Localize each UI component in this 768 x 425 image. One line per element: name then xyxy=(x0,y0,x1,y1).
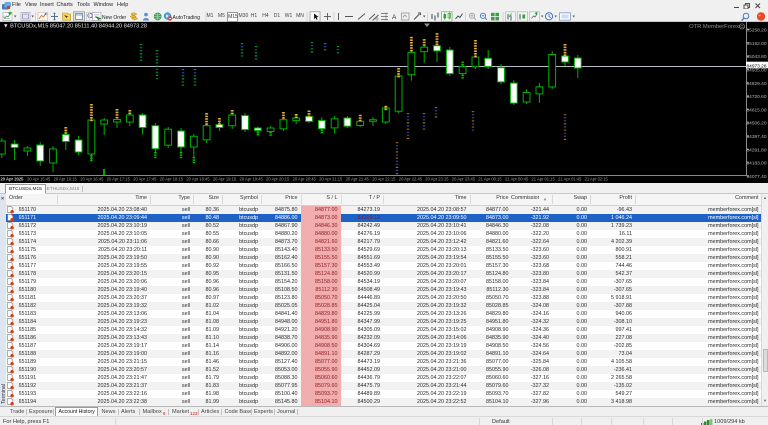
svg-text:20 Apr 16:45: 20 Apr 16:45 xyxy=(80,177,104,182)
svg-text:20 Apr 21:15: 20 Apr 21:15 xyxy=(319,177,343,182)
svg-text:20 Apr 18:45: 20 Apr 18:45 xyxy=(186,177,210,182)
svg-text:20 Apr 23:45: 20 Apr 23:45 xyxy=(452,177,476,182)
svg-text:85152.00: 85152.00 xyxy=(746,41,766,47)
svg-text:21 Apr 01:15: 21 Apr 01:15 xyxy=(532,177,556,182)
svg-text:20 Apr 17:15: 20 Apr 17:15 xyxy=(107,177,131,182)
svg-text:20 Apr 23:15: 20 Apr 23:15 xyxy=(425,177,449,182)
svg-text:84506.20: 84506.20 xyxy=(746,121,766,127)
svg-text:20 Apr 17:45: 20 Apr 17:45 xyxy=(133,177,157,182)
svg-text:85258.20: 85258.20 xyxy=(746,27,766,33)
svg-text:84615.00: 84615.00 xyxy=(746,107,766,113)
svg-text:AutoTrading: AutoTrading xyxy=(173,15,201,21)
svg-text:OTR MemberForex: OTR MemberForex xyxy=(689,24,739,30)
svg-text:20 Apr 19:45: 20 Apr 19:45 xyxy=(240,177,264,182)
svg-text:20 Apr 18:15: 20 Apr 18:15 xyxy=(160,177,184,182)
svg-text:20 Apr 21:45: 20 Apr 21:45 xyxy=(346,177,370,182)
svg-text:▼ BTCUSDx,M15 85047.20 85111.: ▼ BTCUSDx,M15 85047.20 85111.40 84944.20… xyxy=(3,23,147,29)
svg-text:84397.40: 84397.40 xyxy=(746,134,766,140)
svg-text:20 Apr 22:45: 20 Apr 22:45 xyxy=(399,177,423,182)
svg-text:20 Apr 20:45: 20 Apr 20:45 xyxy=(293,177,317,182)
svg-text:20 Apr 19:15: 20 Apr 19:15 xyxy=(213,177,237,182)
svg-text:20 Apr 16:15: 20 Apr 16:15 xyxy=(54,177,78,182)
svg-text:21 Apr 01:45: 21 Apr 01:45 xyxy=(558,177,582,182)
svg-text:21 Apr 00:45: 21 Apr 00:45 xyxy=(505,177,529,182)
svg-text:20 Apr 22:15: 20 Apr 22:15 xyxy=(372,177,396,182)
svg-text:84291.80: 84291.80 xyxy=(746,147,766,153)
svg-text:A: A xyxy=(392,14,397,21)
svg-text:New Order: New Order xyxy=(102,15,127,21)
svg-text:20 Apr 15:45: 20 Apr 15:45 xyxy=(27,177,51,182)
svg-text:84720.60: 84720.60 xyxy=(746,94,766,100)
svg-text:85043.80: 85043.80 xyxy=(746,54,766,60)
svg-text:84077.40: 84077.40 xyxy=(746,174,766,180)
svg-text:21 Apr 02:15: 21 Apr 02:15 xyxy=(585,177,609,182)
svg-text:20 Apr 20:15: 20 Apr 20:15 xyxy=(266,177,290,182)
svg-text:G: G xyxy=(740,24,744,29)
svg-text:84829.40: 84829.40 xyxy=(746,81,766,87)
svg-text:84183.00: 84183.00 xyxy=(746,161,766,167)
svg-text:84973.28: 84973.28 xyxy=(746,63,766,69)
svg-text:20 Apr 2025: 20 Apr 2025 xyxy=(1,177,25,182)
svg-text:21 Apr 00:15: 21 Apr 00:15 xyxy=(478,177,502,182)
